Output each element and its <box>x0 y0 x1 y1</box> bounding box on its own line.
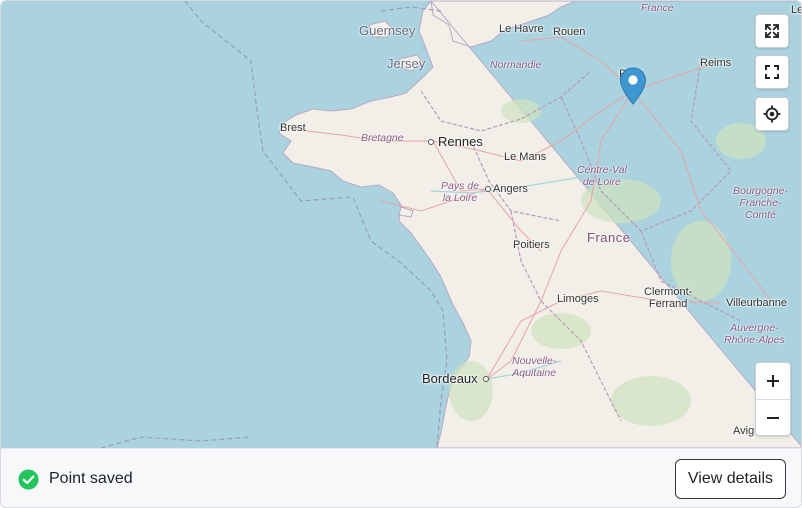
country-label: France <box>587 230 631 245</box>
map-widget: Guernsey Jersey Normandie Bretagne Pays … <box>0 0 802 508</box>
minus-icon <box>767 416 779 419</box>
view-details-button[interactable]: View details <box>674 459 786 499</box>
fullscreen-icon <box>765 65 779 79</box>
city-label-rennes: Rennes <box>438 134 483 149</box>
city-label-le-havre: Le Havre <box>499 23 544 35</box>
city-label-reims: Reims <box>700 57 732 69</box>
status-group: Point saved <box>18 469 133 490</box>
map-canvas[interactable]: Guernsey Jersey Normandie Bretagne Pays … <box>1 1 801 448</box>
locate-button[interactable] <box>755 97 789 131</box>
city-label-brest: Brest <box>280 122 306 134</box>
city-label-angers: Angers <box>493 183 528 195</box>
region-label-nouvelle-aquitaine: Nouvelle- Aquitaine <box>512 355 557 379</box>
region-label-normandie: Normandie <box>490 59 542 71</box>
expand-arrows-icon <box>764 23 780 39</box>
city-label-clermont-ferrand: Clermont- Ferrand <box>644 286 693 310</box>
status-footer: Point saved View details <box>1 448 801 507</box>
city-label-poitiers: Poitiers <box>513 239 550 251</box>
city-label-bordeaux: Bordeaux <box>422 371 478 386</box>
location-marker-icon[interactable] <box>619 67 647 105</box>
zoom-out-button[interactable] <box>756 399 790 435</box>
city-dot-bordeaux <box>483 376 489 382</box>
fullscreen-button[interactable] <box>755 55 789 89</box>
region-label-top-partial: France <box>641 2 674 14</box>
city-label-avignon-partial: Avig <box>733 425 755 437</box>
city-label-le-mans: Le Mans <box>504 151 547 163</box>
city-dot-rennes <box>428 139 434 145</box>
city-label-villeurbanne: Villeurbanne <box>726 297 787 309</box>
city-label-top-right-partial: Le <box>791 4 801 16</box>
region-label-bourgogne: Bourgogne- Franche- Comté <box>733 185 788 221</box>
expand-button[interactable] <box>755 14 789 48</box>
city-label-rouen: Rouen <box>553 26 586 38</box>
check-circle-icon <box>18 469 39 489</box>
island-label-guernsey: Guernsey <box>359 23 416 38</box>
city-label-limoges: Limoges <box>557 293 599 305</box>
status-text: Point saved <box>49 470 133 487</box>
city-dot-angers <box>485 186 491 192</box>
region-label-centre-val-de-loire: Centre-Val de Loire <box>577 164 627 188</box>
zoom-in-button[interactable] <box>756 363 790 399</box>
region-label-auvergne: Auvergne- Rhône-Alpes <box>724 322 785 346</box>
crosshair-icon <box>763 105 781 123</box>
plus-icon <box>767 375 779 387</box>
island-label-jersey: Jersey <box>387 56 426 71</box>
region-label-bretagne: Bretagne <box>361 132 404 144</box>
region-label-pays-de-la-loire: Pays de la Loire <box>441 180 479 204</box>
zoom-control <box>755 362 791 436</box>
